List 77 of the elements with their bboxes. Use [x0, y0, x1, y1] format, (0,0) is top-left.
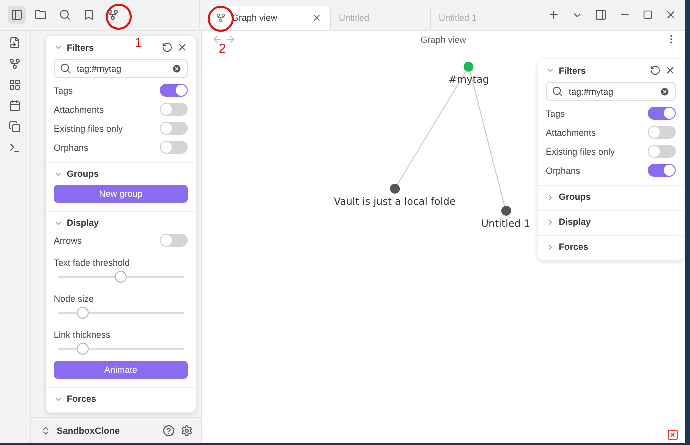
toggle-label: Existing files only — [54, 124, 124, 134]
settings-icon[interactable] — [181, 424, 193, 436]
toggle-label: Tags — [546, 108, 566, 118]
clear-icon[interactable] — [172, 64, 182, 74]
section-title[interactable]: Filters — [559, 66, 646, 76]
clear-icon[interactable] — [660, 86, 670, 96]
graph-node[interactable] — [501, 206, 511, 216]
chevron-right-icon[interactable] — [546, 242, 555, 252]
toggle-switch[interactable] — [160, 103, 188, 116]
reset-icon[interactable] — [650, 65, 661, 76]
node-label: Vault is just a local folde — [334, 197, 456, 208]
calendar-icon[interactable] — [9, 100, 21, 112]
close-icon[interactable] — [177, 42, 188, 53]
file-icon[interactable] — [9, 37, 21, 49]
chevron-down-icon[interactable] — [54, 43, 63, 52]
switch-icon[interactable] — [41, 426, 51, 436]
toggle-switch[interactable] — [160, 141, 188, 154]
toggle-label: Orphans — [546, 166, 581, 176]
graph-node[interactable] — [390, 184, 400, 194]
action-button[interactable]: New group — [54, 185, 188, 203]
close-icon[interactable] — [665, 9, 677, 21]
slider-thumb[interactable] — [77, 343, 90, 355]
terminal-icon[interactable] — [9, 142, 21, 154]
node-label: #mytag — [448, 75, 490, 86]
copy-icon[interactable] — [9, 121, 21, 133]
maximize-icon[interactable] — [643, 10, 653, 20]
toggle-switch[interactable] — [648, 145, 676, 158]
toggle-label: Attachments — [54, 104, 104, 114]
graph-node[interactable] — [464, 62, 474, 72]
section-title[interactable]: Forces — [559, 242, 676, 252]
grid-icon[interactable] — [9, 79, 21, 91]
annotation-number: 1 — [135, 35, 142, 50]
toggle-switch[interactable] — [160, 84, 188, 97]
toggle-label: Attachments — [546, 128, 596, 138]
search-field[interactable]: tag:#mytag — [546, 82, 676, 101]
nodes-icon[interactable] — [9, 58, 21, 70]
toggle-label: Tags — [54, 86, 74, 96]
action-button[interactable]: Animate — [54, 361, 188, 379]
toggle-switch[interactable] — [160, 234, 188, 247]
crossed-square-icon[interactable] — [667, 429, 679, 441]
view-title: Graph view — [420, 35, 466, 45]
plus-icon[interactable] — [548, 9, 560, 21]
toggle-switch[interactable] — [160, 122, 188, 135]
chevron-right-icon[interactable] — [546, 218, 555, 226]
search-icon — [552, 86, 563, 97]
slider-label: Text fade threshold — [54, 258, 130, 268]
toggle-label: Existing files only — [546, 146, 616, 156]
slider-label: Node size — [54, 294, 94, 304]
reset-icon[interactable] — [162, 42, 173, 53]
slider-label: Link thickness — [54, 330, 111, 340]
toggle-label: Arrows — [54, 236, 82, 246]
search-icon — [60, 63, 71, 74]
right-sidebar-icon[interactable] — [595, 9, 607, 21]
section-title[interactable]: Display — [559, 217, 676, 227]
search-field[interactable]: tag:#mytag — [54, 59, 188, 78]
annotation-circle — [208, 6, 234, 32]
close-icon[interactable] — [665, 65, 676, 76]
slider-thumb[interactable] — [115, 271, 127, 283]
vault-name[interactable]: SandboxClone — [57, 426, 157, 436]
section-title[interactable]: Groups — [67, 169, 188, 179]
toggle-label: Orphans — [54, 142, 89, 152]
annotation-circle — [106, 4, 132, 30]
chevron-down-icon[interactable] — [546, 66, 555, 75]
toggle-switch[interactable] — [648, 126, 676, 139]
section-title[interactable]: Forces — [67, 394, 188, 404]
toggle-switch[interactable] — [648, 107, 676, 120]
slider-thumb[interactable] — [77, 307, 90, 319]
nodes-icon — [216, 13, 226, 23]
sidebar-toggle-icon[interactable] — [8, 6, 26, 24]
annotation-number: 2 — [219, 41, 226, 56]
help-icon[interactable] — [163, 424, 175, 436]
chevron-right-icon[interactable] — [546, 192, 555, 202]
node-label: Untitled 1 — [481, 219, 531, 230]
toggle-switch[interactable] — [648, 164, 676, 177]
close-icon[interactable] — [312, 13, 322, 23]
section-title[interactable]: Display — [67, 218, 188, 228]
section-title[interactable]: Groups — [559, 192, 676, 202]
